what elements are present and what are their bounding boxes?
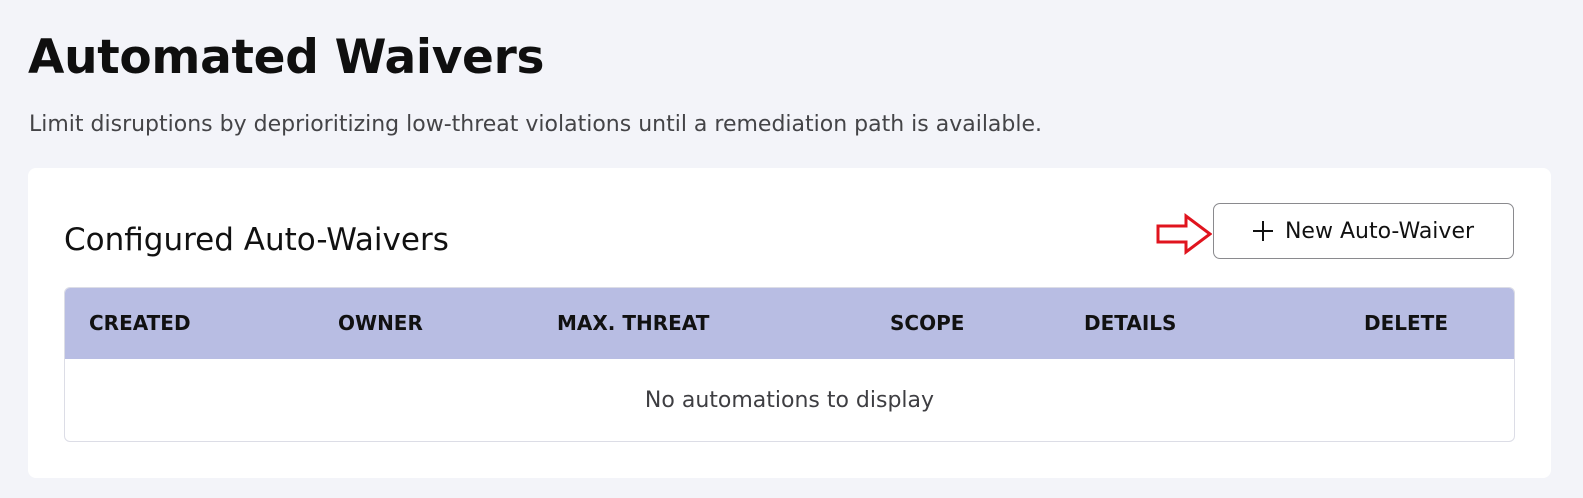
table-header: CREATED OWNER MAX. THREAT SCOPE DETAILS … (65, 288, 1514, 359)
arrow-right-icon (1156, 213, 1212, 255)
column-header-scope: SCOPE (890, 311, 965, 335)
auto-waivers-table: CREATED OWNER MAX. THREAT SCOPE DETAILS … (64, 287, 1515, 442)
auto-waivers-card: Configured Auto-Waivers New Auto-Waiver … (28, 168, 1551, 478)
new-auto-waiver-label: New Auto-Waiver (1284, 218, 1475, 244)
empty-state-message: No automations to display (644, 387, 935, 413)
section-title: Configured Auto-Waivers (64, 222, 449, 258)
column-header-created: CREATED (89, 311, 191, 335)
plus-icon (1252, 221, 1273, 241)
page-subtitle: Limit disruptions by deprioritizing low-… (29, 112, 1043, 137)
page-title: Automated Waivers (28, 30, 545, 85)
column-header-details: DETAILS (1084, 311, 1177, 335)
column-header-owner: OWNER (338, 311, 423, 335)
column-header-delete: DELETE (1364, 311, 1448, 335)
column-header-max-threat: MAX. THREAT (557, 311, 710, 335)
new-auto-waiver-button[interactable]: New Auto-Waiver (1213, 203, 1514, 259)
